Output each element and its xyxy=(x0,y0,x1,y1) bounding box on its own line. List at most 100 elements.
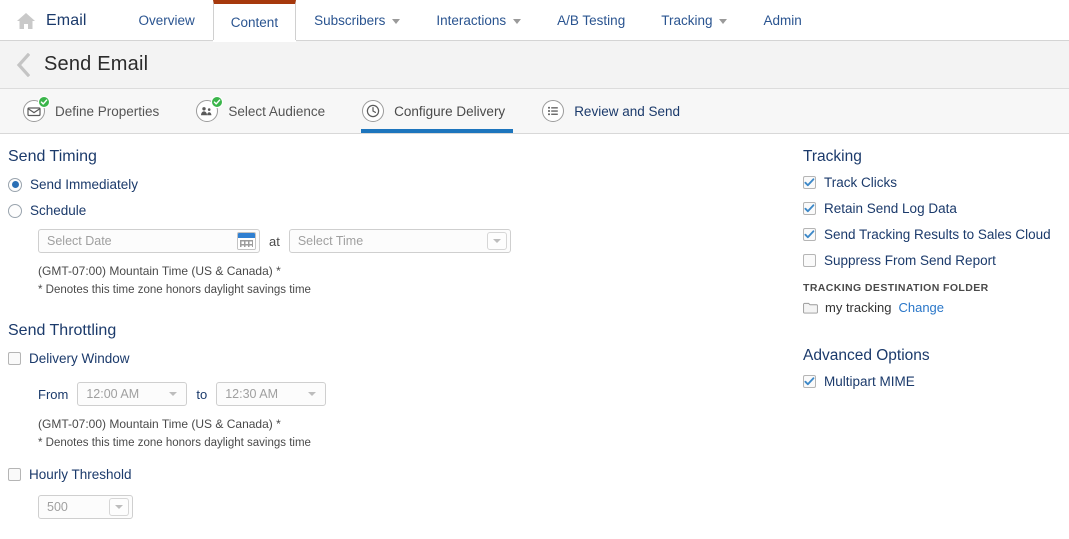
chevron-left-icon xyxy=(16,52,30,77)
tracking-option-suppress-from-send-report[interactable]: Suppress From Send Report xyxy=(803,253,1069,268)
hourly-threshold-checkbox[interactable] xyxy=(8,468,21,481)
select-time-input[interactable]: Select Time xyxy=(288,229,511,253)
retain-send-log-data-label[interactable]: Retain Send Log Data xyxy=(824,201,957,216)
brand-label: Email xyxy=(46,11,87,29)
schedule-label[interactable]: Schedule xyxy=(30,203,86,218)
delivery-window-from-select[interactable]: 12:00 AM xyxy=(77,382,188,406)
check-icon xyxy=(804,178,815,187)
wizard-steps: Define Properties Select Audience Config… xyxy=(0,89,1069,134)
send-timing-title: Send Timing xyxy=(8,148,97,165)
wizard-step-select-audience[interactable]: Select Audience xyxy=(195,89,347,133)
right-column: Tracking Track Clicks Retain Send Log Da… xyxy=(795,148,1069,539)
nav-item-overview[interactable]: Overview xyxy=(121,0,213,41)
delivery-window-from-value: 12:00 AM xyxy=(86,387,140,401)
clock-icon xyxy=(361,99,385,123)
chevron-down-icon xyxy=(513,19,522,24)
multipart-mime-checkbox[interactable] xyxy=(803,375,816,388)
advanced-option-multipart-mime[interactable]: Multipart MIME xyxy=(803,374,1069,389)
schedule-datetime-row: Select Date at Select Time xyxy=(8,229,795,253)
send-tracking-results-label[interactable]: Send Tracking Results to Sales Cloud xyxy=(824,227,1051,242)
suppress-from-send-report-label[interactable]: Suppress From Send Report xyxy=(824,253,996,268)
delivery-window-to-select[interactable]: 12:30 AM xyxy=(216,382,327,406)
schedule-row[interactable]: Schedule xyxy=(8,203,795,218)
hourly-threshold-input[interactable]: 500 xyxy=(38,495,133,519)
nav-item-overview-label: Overview xyxy=(138,13,195,28)
send-tracking-results-checkbox[interactable] xyxy=(803,228,816,241)
page-header: Send Email xyxy=(0,41,1069,89)
check-icon xyxy=(804,377,815,386)
nav-item-admin[interactable]: Admin xyxy=(745,0,819,41)
wizard-step-select-audience-label: Select Audience xyxy=(228,103,326,119)
wizard-step-review-and-send[interactable]: Review and Send xyxy=(541,89,702,133)
nav-item-tracking[interactable]: Tracking xyxy=(643,0,745,41)
nav-item-ab-testing[interactable]: A/B Testing xyxy=(539,0,643,41)
suppress-from-send-report-checkbox[interactable] xyxy=(803,254,816,267)
send-immediately-radio[interactable] xyxy=(8,177,22,192)
tracking-destination-folder-row: my tracking Change xyxy=(803,300,1069,315)
schedule-radio[interactable] xyxy=(8,203,22,218)
select-date-placeholder: Select Date xyxy=(47,234,112,248)
delivery-window-label[interactable]: Delivery Window xyxy=(29,351,130,366)
send-timing-dst-note: * Denotes this time zone honors daylight… xyxy=(38,284,311,296)
chevron-down-icon xyxy=(719,19,728,24)
delivery-window-row[interactable]: Delivery Window xyxy=(8,351,795,366)
tracking-destination-folder-heading: TRACKING DESTINATION FOLDER xyxy=(803,282,989,294)
select-date-input[interactable]: Select Date xyxy=(38,229,260,253)
send-throttling-timezone: (GMT-07:00) Mountain Time (US & Canada) … xyxy=(38,417,281,431)
send-throttling-dst-note: * Denotes this time zone honors daylight… xyxy=(38,437,311,449)
retain-send-log-data-checkbox[interactable] xyxy=(803,202,816,215)
check-icon xyxy=(804,230,815,239)
check-badge-icon xyxy=(211,96,224,108)
change-folder-link[interactable]: Change xyxy=(898,300,944,315)
tracking-option-send-tracking-results[interactable]: Send Tracking Results to Sales Cloud xyxy=(803,227,1069,242)
hourly-threshold-row[interactable]: Hourly Threshold xyxy=(8,467,795,482)
top-navigation-bar: Email Overview Content Subscribers Inter… xyxy=(0,0,1069,42)
delivery-window-checkbox[interactable] xyxy=(8,352,21,365)
brand-home[interactable]: Email xyxy=(0,0,101,41)
nav-item-tracking-label: Tracking xyxy=(661,13,713,28)
nav-item-interactions[interactable]: Interactions xyxy=(418,0,539,41)
wizard-step-configure-delivery-label: Configure Delivery xyxy=(394,103,506,119)
from-label: From xyxy=(38,386,69,402)
check-badge-icon xyxy=(38,96,50,108)
delivery-window-to-value: 12:30 AM xyxy=(225,387,279,401)
to-label: to xyxy=(196,386,208,402)
wizard-step-define-properties[interactable]: Define Properties xyxy=(22,89,181,133)
nav-item-interactions-label: Interactions xyxy=(436,13,507,28)
calendar-icon[interactable] xyxy=(237,232,256,250)
nav-item-subscribers-label: Subscribers xyxy=(314,13,386,28)
send-immediately-row[interactable]: Send Immediately xyxy=(8,177,795,192)
track-clicks-checkbox[interactable] xyxy=(803,176,816,189)
back-button[interactable] xyxy=(10,52,36,78)
tracking-option-track-clicks[interactable]: Track Clicks xyxy=(803,175,1069,190)
select-time-placeholder: Select Time xyxy=(297,234,364,248)
nav-item-admin-label: Admin xyxy=(763,13,802,28)
hourly-threshold-label[interactable]: Hourly Threshold xyxy=(29,467,132,482)
folder-icon xyxy=(803,302,818,314)
advanced-options-title: Advanced Options xyxy=(803,347,930,364)
track-clicks-label[interactable]: Track Clicks xyxy=(824,175,897,190)
check-icon xyxy=(804,204,815,213)
home-icon[interactable] xyxy=(16,12,36,30)
at-label: at xyxy=(269,233,280,249)
tracking-option-retain-send-log-data[interactable]: Retain Send Log Data xyxy=(803,201,1069,216)
nav-item-content-label: Content xyxy=(230,15,279,30)
chevron-down-icon[interactable] xyxy=(109,498,129,516)
page-title: Send Email xyxy=(44,53,149,75)
nav-item-content[interactable]: Content xyxy=(212,0,297,42)
list-icon xyxy=(541,99,565,123)
tracking-title: Tracking xyxy=(803,148,862,165)
chevron-down-icon[interactable] xyxy=(308,392,317,396)
send-timing-notes: (GMT-07:00) Mountain Time (US & Canada) … xyxy=(8,264,795,296)
send-throttling-title: Send Throttling xyxy=(8,322,117,339)
nav-item-subscribers[interactable]: Subscribers xyxy=(296,0,418,41)
chevron-down-icon xyxy=(392,19,401,24)
chevron-down-icon[interactable] xyxy=(486,232,507,250)
send-immediately-label[interactable]: Send Immediately xyxy=(30,177,138,192)
hourly-threshold-value: 500 xyxy=(47,500,68,514)
multipart-mime-label[interactable]: Multipart MIME xyxy=(824,374,915,389)
nav-items: Overview Content Subscribers Interaction… xyxy=(121,0,820,42)
tracking-folder-name: my tracking xyxy=(825,300,892,315)
chevron-down-icon[interactable] xyxy=(169,392,178,396)
wizard-step-configure-delivery[interactable]: Configure Delivery xyxy=(361,89,527,133)
